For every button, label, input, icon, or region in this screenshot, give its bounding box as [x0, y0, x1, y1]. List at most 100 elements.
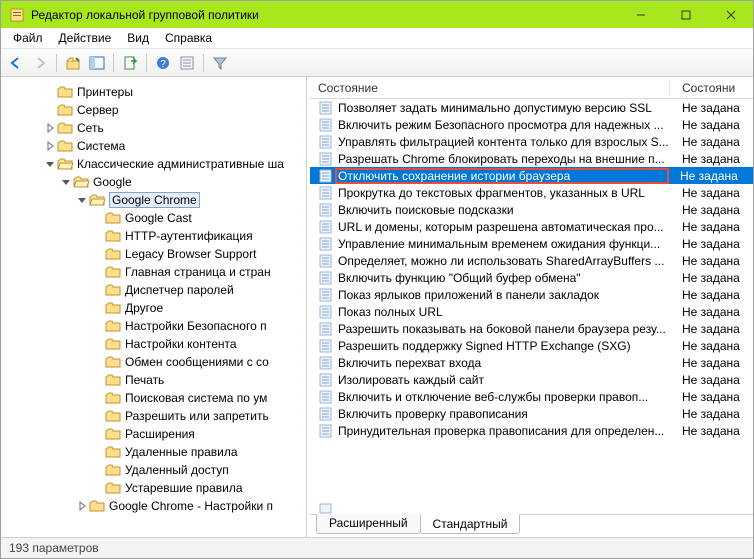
policy-row[interactable]: Разрешить поддержку Signed HTTP Exchange… [310, 337, 753, 354]
policy-setting-icon [318, 253, 334, 269]
tab-extended[interactable]: Расширенный [316, 514, 421, 534]
up-level-button[interactable] [62, 52, 84, 74]
tree-item-label: Google Chrome - Настройки п [109, 499, 273, 513]
tree-item[interactable]: Google Chrome - Настройки п [3, 497, 306, 515]
list-header[interactable]: Состояние Состояни [310, 77, 753, 99]
menu-file[interactable]: Файл [5, 29, 51, 47]
tree-item[interactable]: Расширения [3, 425, 306, 443]
tree-item[interactable]: HTTP-аутентификация [3, 227, 306, 245]
policy-row[interactable]: Включить проверку правописанияНе задана [310, 405, 753, 422]
policy-name: Принудительная проверка правописания для… [338, 424, 670, 438]
filter-button[interactable] [209, 52, 231, 74]
policy-row[interactable]: Показ ярлыков приложений в панели заклад… [310, 286, 753, 303]
chevron-down-icon[interactable] [75, 195, 89, 205]
export-list-button[interactable] [119, 52, 141, 74]
policy-row[interactable]: Включить функцию "Общий буфер обмена"Не … [310, 269, 753, 286]
policy-setting-icon [318, 287, 334, 303]
maximize-button[interactable] [663, 1, 708, 28]
tree-item[interactable]: Поисковая система по ум [3, 389, 306, 407]
policy-row[interactable]: Включить режим Безопасного просмотра для… [310, 116, 753, 133]
policy-row[interactable]: Определяет, можно ли использовать Shared… [310, 252, 753, 269]
folder-icon [105, 355, 121, 369]
window-titlebar: Редактор локальной групповой политики [1, 1, 753, 28]
chevron-down-icon[interactable] [59, 177, 73, 187]
policy-list[interactable]: Позволяет задать минимально допустимую в… [310, 99, 753, 502]
policy-state: Не задана [670, 237, 753, 251]
tree-item-label: Настройки Безопасного п [125, 319, 267, 333]
policy-row[interactable]: Управлять фильтрацией контента только дл… [310, 133, 753, 150]
tree-item[interactable]: Система [3, 137, 306, 155]
tree-item[interactable]: Google Cast [3, 209, 306, 227]
policy-row[interactable]: Управление минимальным временем ожидания… [310, 235, 753, 252]
column-header-state2[interactable]: Состояни [670, 81, 753, 95]
menu-bar: Файл Действие Вид Справка [1, 28, 753, 49]
policy-row[interactable]: Прокрутка до текстовых фрагментов, указа… [310, 184, 753, 201]
tree-item[interactable]: Google [3, 173, 306, 191]
policy-row[interactable]: Включить перехват входаНе задана [310, 354, 753, 371]
close-button[interactable] [708, 1, 753, 28]
tree-item[interactable]: Другое [3, 299, 306, 317]
menu-help[interactable]: Справка [157, 29, 220, 47]
tree-item[interactable]: Удаленный доступ [3, 461, 306, 479]
back-button[interactable] [5, 52, 27, 74]
tree-item[interactable]: Устаревшие правила [3, 479, 306, 497]
tree-item[interactable]: Сеть [3, 119, 306, 137]
policy-state: Не задана [670, 424, 753, 438]
tree-item-label: Принтеры [77, 85, 133, 99]
policy-state: Не задана [670, 118, 753, 132]
tree-item-label: Система [77, 139, 125, 153]
policy-row[interactable]: URL и домены, которым разрешена автомати… [310, 218, 753, 235]
policy-setting-icon [318, 219, 334, 235]
tree-item-label: Google [93, 175, 132, 189]
policy-row[interactable]: Включить и отключение веб-службы проверк… [310, 388, 753, 405]
policy-row[interactable]: Показ полных URLНе задана [310, 303, 753, 320]
menu-action[interactable]: Действие [51, 29, 120, 47]
policy-row[interactable]: Разрешать Chrome блокировать переходы на… [310, 150, 753, 167]
policy-setting-icon [318, 117, 334, 133]
chevron-down-icon[interactable] [43, 159, 57, 169]
menu-view[interactable]: Вид [119, 29, 157, 47]
tree-item[interactable]: Legacy Browser Support [3, 245, 306, 263]
policy-row[interactable]: Разрешить показывать на боковой панели б… [310, 320, 753, 337]
list-row-partial [318, 502, 334, 514]
tree-pane[interactable]: Принтеры СерверСеть Система Классические ад… [1, 77, 307, 537]
tree-item[interactable]: Обмен сообщениями с со [3, 353, 306, 371]
policy-setting-icon [318, 423, 334, 439]
policy-row[interactable]: Изолировать каждый сайтНе задана [310, 371, 753, 388]
tree-item[interactable]: Главная страница и стран [3, 263, 306, 281]
policy-state: Не задана [670, 101, 753, 115]
pane-tabs: Расширенный Стандартный [310, 514, 753, 537]
folder-icon [57, 103, 73, 117]
tree-item[interactable]: Печать [3, 371, 306, 389]
main-area: Принтеры СерверСеть Система Классические ад… [1, 77, 753, 537]
policy-setting-icon [318, 202, 334, 218]
chevron-right-icon[interactable] [43, 123, 57, 133]
tree-item[interactable]: Диспетчер паролей [3, 281, 306, 299]
policy-row[interactable]: Включить поисковые подсказкиНе задана [310, 201, 753, 218]
tree-item[interactable]: Настройки Безопасного п [3, 317, 306, 335]
help-button[interactable]: ? [152, 52, 174, 74]
tree-item[interactable]: Классические административные ша [3, 155, 306, 173]
tree-item[interactable]: Принтеры [3, 83, 306, 101]
tree-item[interactable]: Удаленные правила [3, 443, 306, 461]
minimize-button[interactable] [618, 1, 663, 28]
policy-setting-icon [318, 372, 334, 388]
chevron-right-icon[interactable] [75, 501, 89, 511]
policy-name: Изолировать каждый сайт [338, 373, 670, 387]
policy-row[interactable]: Принудительная проверка правописания для… [310, 422, 753, 439]
tree-item[interactable]: Разрешить или запретить [3, 407, 306, 425]
policy-state: Не задана [670, 288, 753, 302]
forward-button[interactable] [29, 52, 51, 74]
properties-button[interactable] [176, 52, 198, 74]
policy-row[interactable]: Отключить сохранение истории браузераНе … [310, 167, 753, 184]
column-header-state[interactable]: Состояние [310, 81, 670, 95]
tree-item[interactable]: Настройки контента [3, 335, 306, 353]
folder-icon [105, 391, 121, 405]
tree-item[interactable]: Google Chrome [3, 191, 306, 209]
tree-item[interactable]: Сервер [3, 101, 306, 119]
tab-standard[interactable]: Стандартный [420, 514, 521, 534]
show-hide-tree-button[interactable] [86, 52, 108, 74]
policy-name: Показ полных URL [338, 305, 670, 319]
policy-row[interactable]: Позволяет задать минимально допустимую в… [310, 99, 753, 116]
chevron-right-icon[interactable] [43, 141, 57, 151]
